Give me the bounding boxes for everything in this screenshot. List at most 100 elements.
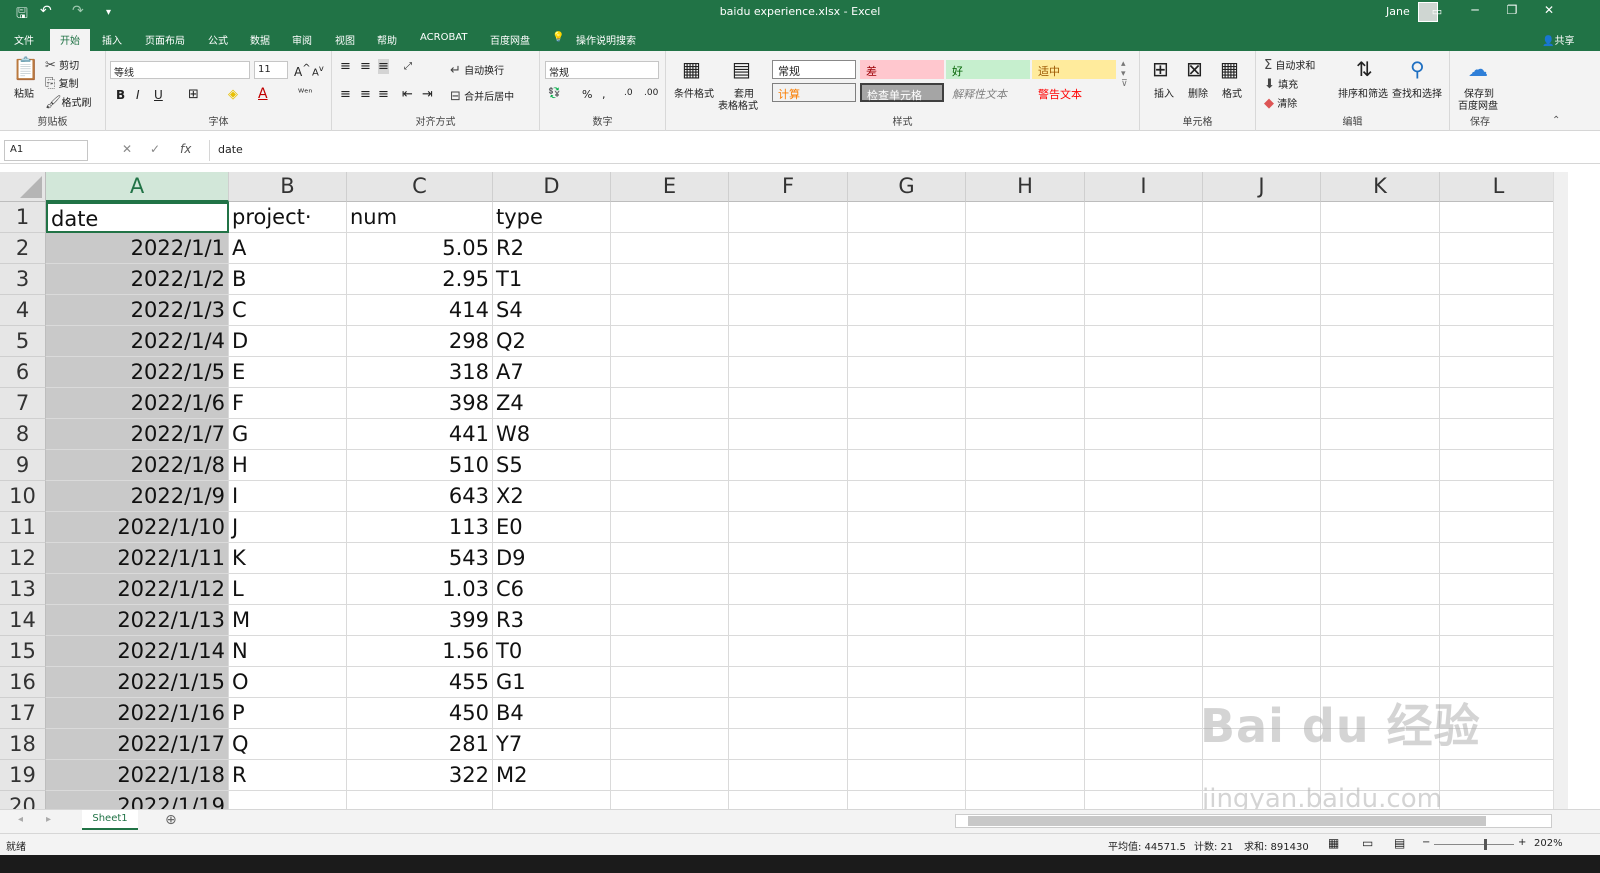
prev-sheet-icon[interactable]: ◂	[18, 814, 23, 825]
table-cell[interactable]	[1440, 357, 1558, 388]
table-cell[interactable]	[729, 605, 848, 636]
normal-view-icon[interactable]: ▦	[1328, 836, 1339, 850]
table-cell[interactable]: 543	[347, 543, 493, 574]
row-header[interactable]: 10	[0, 481, 46, 512]
header-cell[interactable]	[848, 202, 966, 233]
comma-icon[interactable]: ,	[602, 88, 606, 101]
table-cell[interactable]: 399	[347, 605, 493, 636]
table-cell[interactable]: 2022/1/11	[46, 543, 229, 574]
table-cell[interactable]: 414	[347, 295, 493, 326]
cancel-icon[interactable]: ✕	[122, 142, 132, 156]
table-cell[interactable]: 2022/1/12	[46, 574, 229, 605]
horizontal-scroll-thumb[interactable]	[968, 816, 1486, 826]
zoom-level[interactable]: 202%	[1534, 838, 1563, 849]
table-cell[interactable]: 322	[347, 760, 493, 791]
table-cell[interactable]	[729, 450, 848, 481]
table-cell[interactable]	[1440, 636, 1558, 667]
table-cell[interactable]	[1440, 419, 1558, 450]
paste-button[interactable]: 粘贴	[14, 85, 34, 100]
table-cell[interactable]: 2022/1/7	[46, 419, 229, 450]
ribbon-display-icon[interactable]: ▭	[1422, 5, 1452, 18]
tab-help[interactable]: 帮助	[377, 32, 397, 47]
style-normal[interactable]: 常规	[772, 60, 856, 79]
table-cell[interactable]	[966, 636, 1085, 667]
zoom-slider-thumb[interactable]	[1484, 839, 1487, 850]
table-cell[interactable]	[848, 264, 966, 295]
table-cell[interactable]	[611, 636, 729, 667]
table-cell[interactable]: B4	[493, 698, 611, 729]
table-cell[interactable]: G	[229, 419, 347, 450]
table-cell[interactable]	[1085, 667, 1203, 698]
row-header[interactable]: 9	[0, 450, 46, 481]
style-bad[interactable]: 差	[860, 60, 944, 79]
table-cell[interactable]	[1203, 481, 1321, 512]
table-cell[interactable]: 2022/1/9	[46, 481, 229, 512]
tell-me-search[interactable]: 操作说明搜索	[576, 32, 636, 47]
table-cell[interactable]: B	[229, 264, 347, 295]
share-button[interactable]: 👤共享	[1542, 32, 1574, 47]
table-cell[interactable]: 2022/1/5	[46, 357, 229, 388]
table-cell[interactable]	[848, 419, 966, 450]
row-header[interactable]: 11	[0, 512, 46, 543]
table-cell[interactable]	[1085, 574, 1203, 605]
table-cell[interactable]	[1440, 295, 1558, 326]
table-cell[interactable]: Q	[229, 729, 347, 760]
header-cell[interactable]: num	[347, 202, 493, 233]
tab-insert[interactable]: 插入	[102, 32, 122, 47]
table-cell[interactable]	[729, 481, 848, 512]
table-cell[interactable]	[1085, 264, 1203, 295]
table-cell[interactable]	[1085, 388, 1203, 419]
align-top-icon[interactable]: ≡	[340, 59, 351, 74]
row-header[interactable]: 14	[0, 605, 46, 636]
enter-icon[interactable]: ✓	[150, 142, 160, 156]
name-box[interactable]: A1	[4, 140, 88, 161]
table-cell[interactable]	[848, 295, 966, 326]
style-good[interactable]: 好	[946, 60, 1030, 79]
table-cell[interactable]	[611, 233, 729, 264]
table-cell[interactable]: 450	[347, 698, 493, 729]
table-cell[interactable]: 298	[347, 326, 493, 357]
insert-function-icon[interactable]: fx	[180, 142, 191, 156]
bold-icon[interactable]: B	[116, 88, 125, 102]
table-cell[interactable]	[966, 543, 1085, 574]
header-cell[interactable]	[1085, 202, 1203, 233]
header-cell[interactable]	[611, 202, 729, 233]
zoom-slider[interactable]	[1434, 839, 1514, 850]
column-header-b[interactable]: B	[229, 172, 347, 202]
next-sheet-icon[interactable]: ▸	[46, 814, 51, 825]
fill-button[interactable]: ⬇ 填充	[1264, 76, 1298, 92]
table-cell[interactable]	[1085, 326, 1203, 357]
table-cell[interactable]	[611, 760, 729, 791]
table-cell[interactable]	[729, 388, 848, 419]
table-cell[interactable]	[848, 233, 966, 264]
column-header-i[interactable]: I	[1085, 172, 1203, 202]
table-cell[interactable]	[1440, 481, 1558, 512]
zoom-in-icon[interactable]: +	[1518, 837, 1526, 848]
table-cell[interactable]	[611, 326, 729, 357]
table-cell[interactable]	[1203, 450, 1321, 481]
wrap-text-button[interactable]: ↵ 自动换行	[450, 62, 504, 78]
table-cell[interactable]: 2022/1/3	[46, 295, 229, 326]
table-cell[interactable]	[966, 605, 1085, 636]
sort-filter-button[interactable]: 排序和筛选	[1338, 85, 1388, 100]
tab-formulas[interactable]: 公式	[208, 32, 228, 47]
table-cell[interactable]	[611, 388, 729, 419]
table-cell[interactable]: G1	[493, 667, 611, 698]
table-cell[interactable]	[611, 605, 729, 636]
table-cell[interactable]	[1085, 760, 1203, 791]
header-cell[interactable]: type	[493, 202, 611, 233]
row-header[interactable]: 4	[0, 295, 46, 326]
table-cell[interactable]	[966, 574, 1085, 605]
format-cells-button[interactable]: 格式	[1222, 85, 1242, 100]
table-cell[interactable]	[1085, 233, 1203, 264]
table-cell[interactable]: A7	[493, 357, 611, 388]
table-cell[interactable]	[729, 543, 848, 574]
select-all-button[interactable]	[0, 172, 46, 202]
shrink-font-icon[interactable]: Av	[312, 63, 324, 78]
table-cell[interactable]	[1440, 233, 1558, 264]
delete-cells-button[interactable]: 删除	[1188, 85, 1208, 100]
row-header[interactable]: 18	[0, 729, 46, 760]
table-cell[interactable]	[1203, 543, 1321, 574]
row-header[interactable]: 7	[0, 388, 46, 419]
table-cell[interactable]	[966, 667, 1085, 698]
